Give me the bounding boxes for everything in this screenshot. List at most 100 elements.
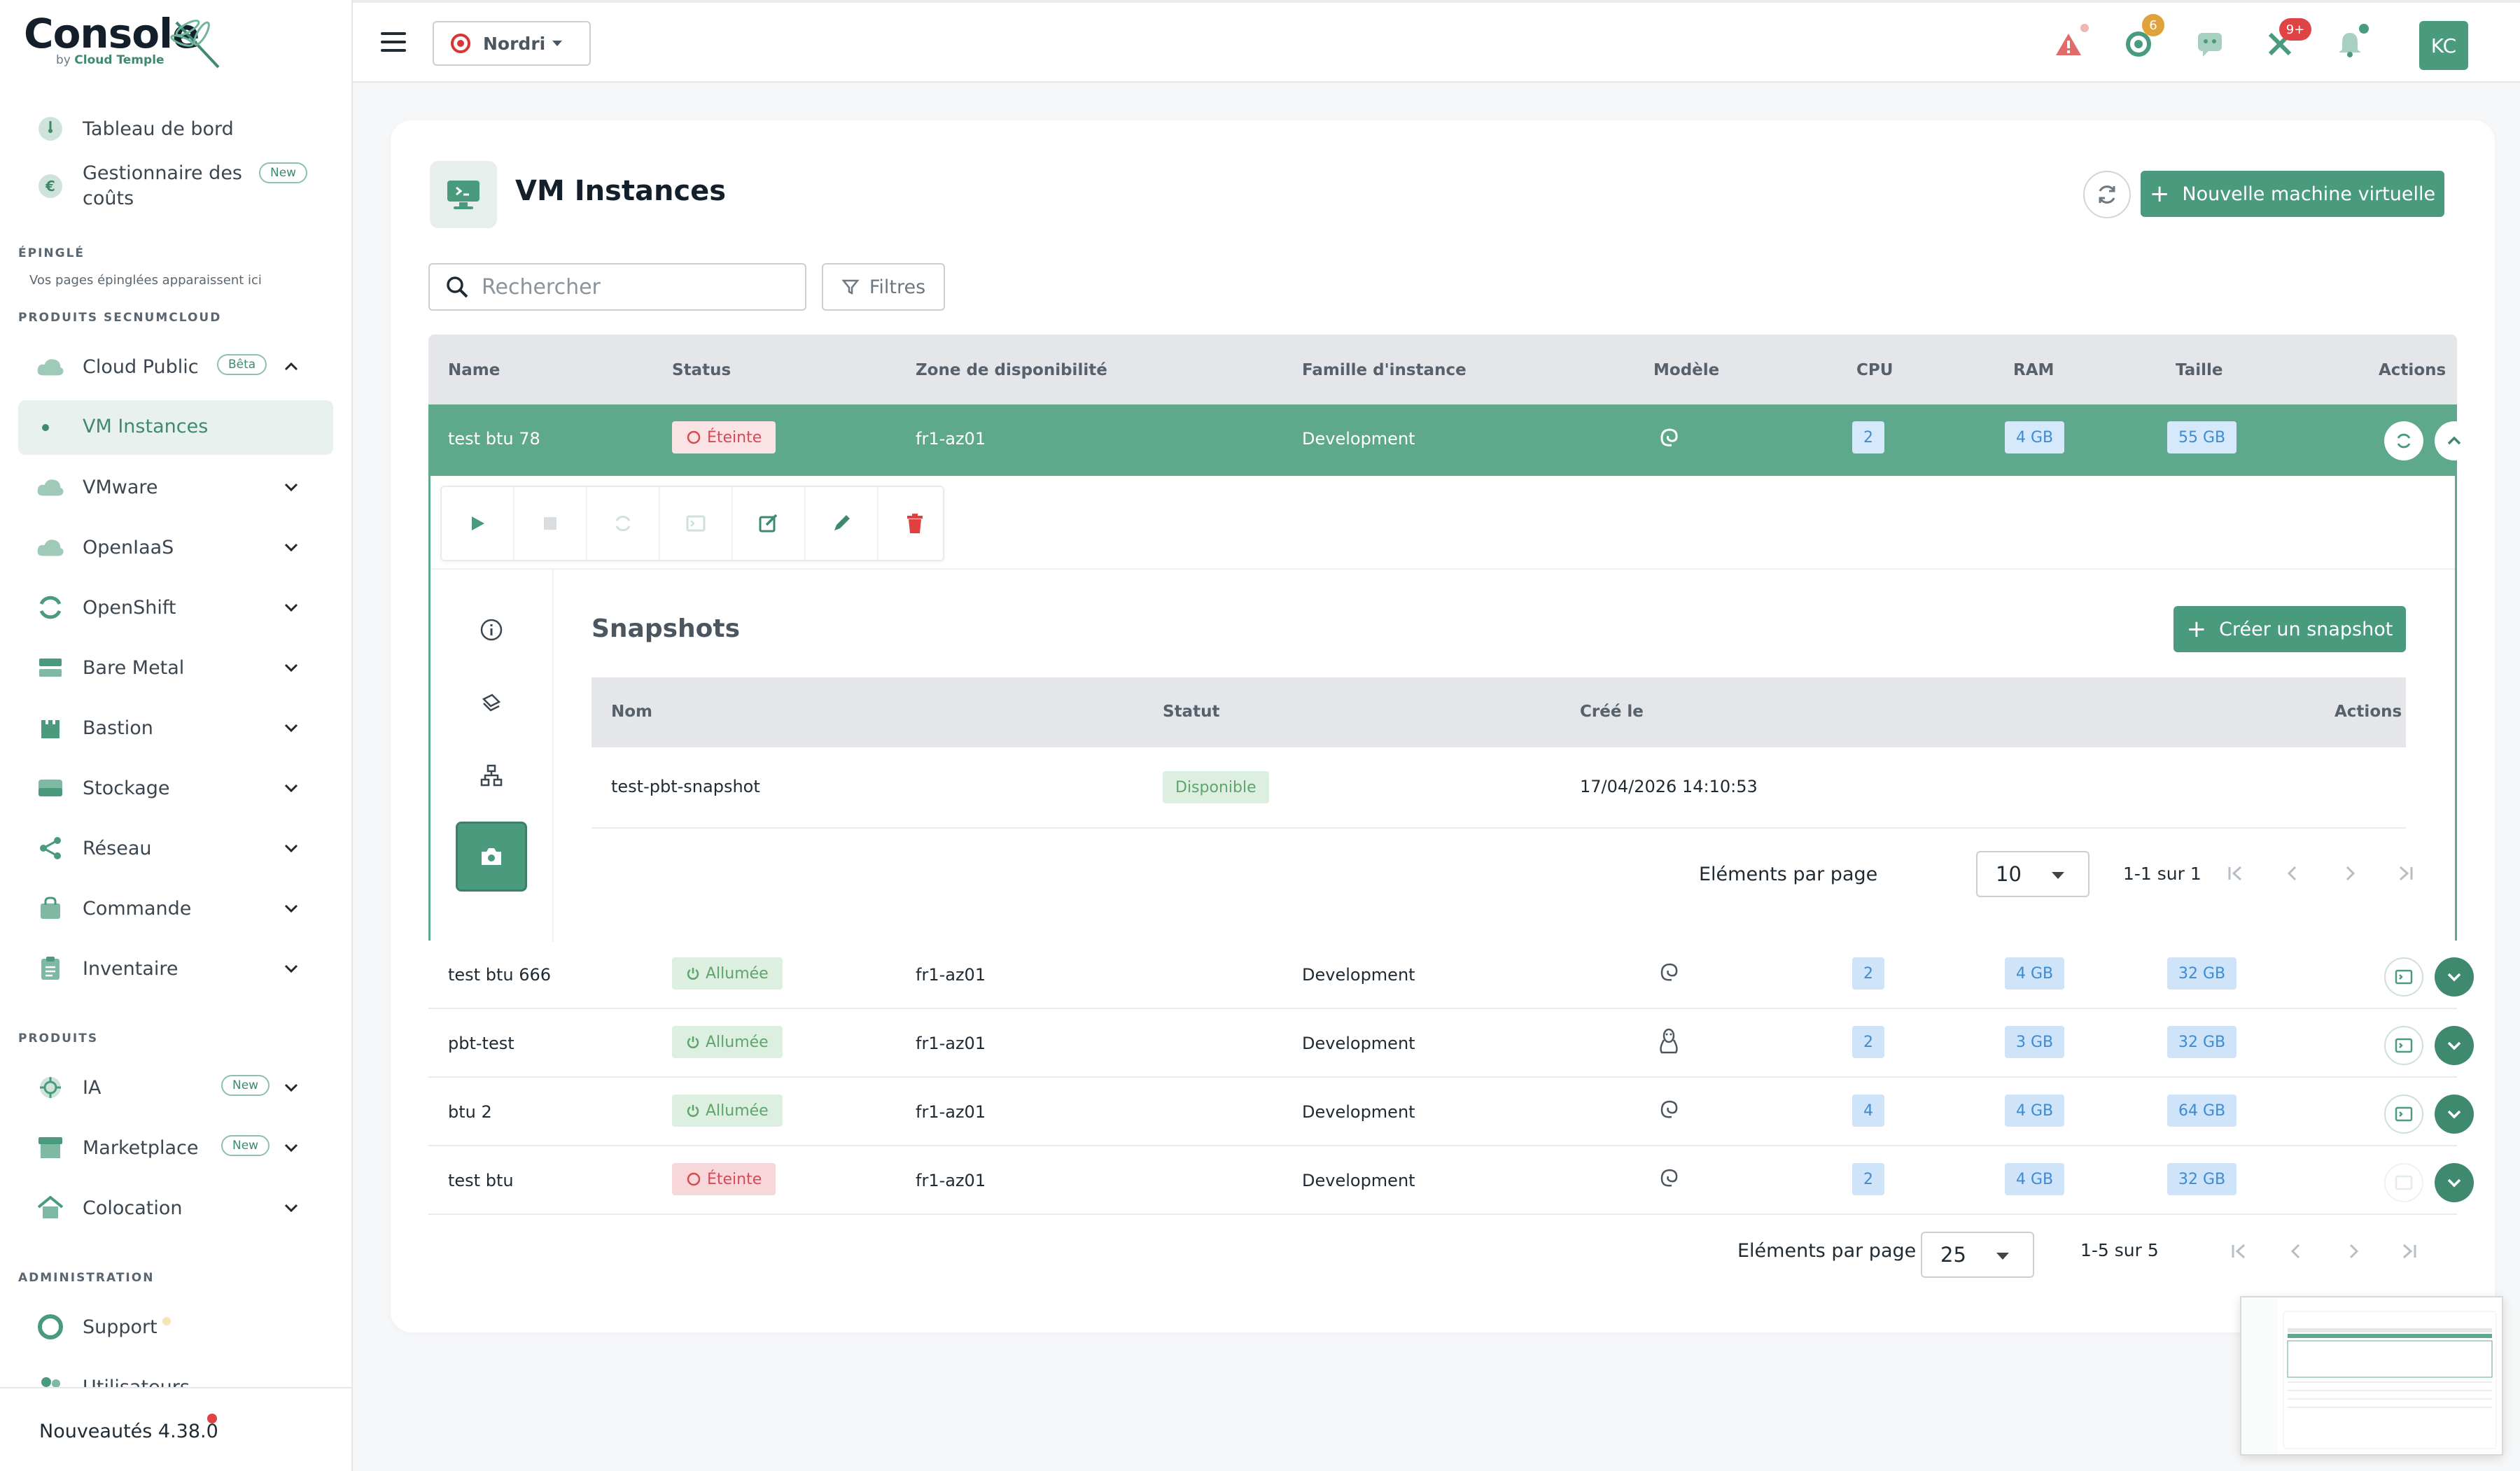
- alert-warning-icon[interactable]: [2052, 24, 2089, 60]
- column-header[interactable]: Zone de disponibilité: [916, 361, 1107, 379]
- console-button[interactable]: [660, 487, 733, 560]
- sidebar-item-reseau[interactable]: Réseau: [0, 820, 351, 876]
- sidebar-item-label: Marketplace: [83, 1136, 199, 1159]
- delete-vm-button[interactable]: [878, 487, 951, 560]
- expand-row-button[interactable]: [2435, 1163, 2474, 1202]
- sidebar-item-dashboard[interactable]: Tableau de bord: [0, 101, 351, 157]
- previous-page-icon[interactable]: [2282, 1237, 2310, 1265]
- sidebar-item-openshift[interactable]: OpenShift: [0, 579, 351, 635]
- rename-button[interactable]: [806, 487, 878, 560]
- console-button-disabled[interactable]: [2384, 1163, 2423, 1202]
- sidebar-item-cloud-public[interactable]: Cloud Public Bêta: [0, 339, 351, 395]
- first-page-icon[interactable]: [2221, 859, 2249, 887]
- column-header[interactable]: Créé le: [1580, 703, 1644, 721]
- bell-icon[interactable]: [2334, 24, 2369, 60]
- chevron-down-icon[interactable]: [283, 719, 300, 736]
- column-header[interactable]: Name: [448, 361, 500, 379]
- chevron-down-icon[interactable]: [283, 479, 300, 495]
- column-header[interactable]: Statut: [1163, 703, 1219, 721]
- table-row[interactable]: btu 2 Allumée fr1-az01 Development 4 4 G…: [428, 1078, 2474, 1146]
- trash-icon: [907, 514, 923, 533]
- sidebar-item-openiaas[interactable]: OpenIaaS: [0, 519, 351, 575]
- refresh-button[interactable]: [2083, 171, 2131, 218]
- items-per-page-select[interactable]: 10: [1976, 851, 2090, 897]
- chevron-down-icon[interactable]: [283, 659, 300, 676]
- table-row[interactable]: test btu 78 Éteinte fr1-az01 Development…: [428, 404, 2474, 476]
- restart-vm-button[interactable]: [587, 487, 660, 560]
- screenshot-preview-thumbnail[interactable]: [2240, 1296, 2503, 1456]
- operations-icon[interactable]: 6: [2122, 14, 2164, 60]
- tab-storage[interactable]: [456, 668, 527, 738]
- sidebar-item-bare-metal[interactable]: Bare Metal: [0, 640, 351, 696]
- next-page-icon[interactable]: [2336, 859, 2364, 887]
- sidebar-item-commande[interactable]: Commande: [0, 880, 351, 936]
- console-logo[interactable]: Console by Cloud Temple: [24, 10, 234, 73]
- first-page-icon[interactable]: [2225, 1237, 2253, 1265]
- sidebar-item-vmware[interactable]: VMware: [0, 459, 351, 515]
- chevron-down-icon[interactable]: [283, 539, 300, 556]
- filters-button[interactable]: Filtres: [822, 263, 945, 311]
- create-snapshot-button[interactable]: + Créer un snapshot: [2174, 606, 2406, 652]
- sidebar-item-inventaire[interactable]: Inventaire: [0, 941, 351, 997]
- stop-vm-button[interactable]: [514, 487, 587, 560]
- sidebar-item-stockage[interactable]: Stockage: [0, 760, 351, 816]
- chevron-down-icon[interactable]: [283, 1199, 300, 1216]
- chevron-down-icon[interactable]: [283, 840, 300, 857]
- tab-snapshots[interactable]: [456, 822, 527, 892]
- chevron-down-icon[interactable]: [283, 1139, 300, 1156]
- table-row[interactable]: test btu 666 Allumée fr1-az01 Developmen…: [428, 941, 2474, 1009]
- plus-icon: +: [2186, 615, 2207, 643]
- console-button[interactable]: [2384, 957, 2423, 997]
- new-vm-button[interactable]: + Nouvelle machine virtuelle: [2141, 171, 2444, 217]
- start-vm-button[interactable]: [442, 487, 514, 560]
- column-header[interactable]: Modèle: [1653, 361, 1719, 379]
- column-header[interactable]: Nom: [611, 703, 652, 721]
- release-notes-footer[interactable]: Nouveautés 4.38.0: [0, 1387, 351, 1471]
- expand-row-button[interactable]: [2435, 1095, 2474, 1134]
- sidebar-item-colocation[interactable]: Colocation: [0, 1180, 351, 1236]
- chevron-down-icon[interactable]: [283, 599, 300, 616]
- brain-icon: [36, 1074, 64, 1102]
- restart-button[interactable]: [2384, 421, 2423, 460]
- expand-row-button[interactable]: [2435, 1026, 2474, 1065]
- tab-info[interactable]: [456, 595, 527, 665]
- chat-icon[interactable]: [2194, 28, 2226, 60]
- sidebar-item-support[interactable]: Support: [0, 1299, 351, 1355]
- column-header[interactable]: CPU: [1856, 361, 1893, 379]
- sidebar-item-marketplace[interactable]: Marketplace New: [0, 1120, 351, 1176]
- sidebar-item-vm-instances[interactable]: VM Instances: [18, 400, 333, 455]
- column-header[interactable]: Status: [672, 361, 731, 379]
- instance-family: Development: [1302, 429, 1415, 449]
- tools-icon[interactable]: 9+: [2264, 18, 2311, 60]
- next-page-icon[interactable]: [2339, 1237, 2367, 1265]
- sidebar-item-cost-manager[interactable]: € Gestionnaire des coûts New: [0, 158, 351, 225]
- table-row[interactable]: test btu Éteinte fr1-az01 Development 2 …: [428, 1146, 2474, 1215]
- collapse-row-button[interactable]: [2435, 421, 2474, 460]
- tenant-selector[interactable]: Nordri: [433, 21, 591, 66]
- menu-toggle-icon[interactable]: [381, 32, 406, 53]
- console-button[interactable]: [2384, 1026, 2423, 1065]
- expand-row-button[interactable]: [2435, 957, 2474, 997]
- last-page-icon[interactable]: [2395, 1237, 2423, 1265]
- chevron-down-icon[interactable]: [283, 780, 300, 796]
- search-input[interactable]: Rechercher: [428, 263, 806, 311]
- table-row[interactable]: pbt-test Allumée fr1-az01 Development 2 …: [428, 1009, 2474, 1078]
- last-page-icon[interactable]: [2392, 859, 2420, 887]
- tab-network[interactable]: [456, 740, 527, 810]
- table-row[interactable]: test-pbt-snapshot Disponible 17/04/2026 …: [592, 747, 2406, 829]
- chevron-down-icon[interactable]: [283, 900, 300, 917]
- column-header[interactable]: Taille: [2176, 361, 2223, 379]
- previous-page-icon[interactable]: [2278, 859, 2306, 887]
- column-header[interactable]: Famille d'instance: [1302, 361, 1466, 379]
- user-avatar[interactable]: KC: [2419, 21, 2468, 70]
- console-button[interactable]: [2384, 1095, 2423, 1134]
- chevron-up-icon[interactable]: [283, 358, 300, 375]
- chevron-down-icon[interactable]: [283, 1079, 300, 1096]
- sidebar-item-ia[interactable]: IA New: [0, 1060, 351, 1115]
- sidebar-item-bastion[interactable]: Bastion: [0, 700, 351, 756]
- items-per-page-select[interactable]: 25: [1921, 1232, 2034, 1278]
- cloud-icon: [36, 353, 64, 381]
- edit-config-button[interactable]: [733, 487, 806, 560]
- column-header[interactable]: RAM: [2013, 361, 2054, 379]
- chevron-down-icon[interactable]: [283, 960, 300, 977]
